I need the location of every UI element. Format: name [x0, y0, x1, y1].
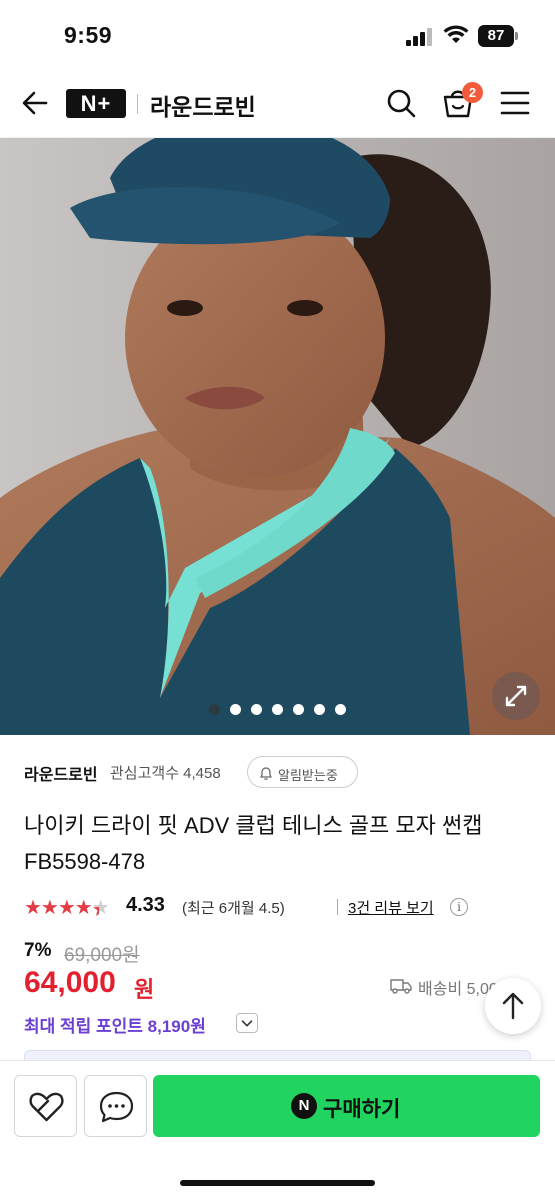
product-model-code: FB5598-478: [24, 849, 146, 874]
rating-recent: (최근 6개월 4.5): [182, 900, 285, 917]
sale-price-unit: 원: [134, 977, 155, 1002]
buy-now-button[interactable]: N 구매하기: [153, 1075, 540, 1137]
status-bar: 9:59 87: [0, 0, 555, 72]
chevron-down-icon[interactable]: [236, 1013, 258, 1033]
image-pager: [0, 701, 555, 717]
heart-icon: [29, 1092, 64, 1122]
battery-level: 87: [478, 25, 514, 47]
naver-plus-logo[interactable]: N+: [66, 89, 126, 118]
pager-dot[interactable]: [293, 704, 304, 716]
pager-dot[interactable]: [230, 704, 241, 716]
home-indicator: [180, 1180, 375, 1186]
rating-row: ★★★★★★ 4.33 (최근 6개월 4.5) 3건 리뷰 보기 i: [24, 893, 544, 921]
naver-pay-n-icon: N: [291, 1093, 317, 1119]
hamburger-menu-icon[interactable]: [500, 90, 530, 116]
cellular-signal-icon: [406, 28, 434, 46]
discount-rate: 7%: [24, 940, 52, 961]
nav-header: N+ 라운드로빈 2: [0, 72, 555, 138]
header-store-name[interactable]: 라운드로빈: [150, 88, 256, 122]
wishlist-button[interactable]: [14, 1075, 77, 1137]
wifi-icon: [443, 25, 469, 43]
pager-dot[interactable]: [335, 704, 346, 716]
status-time: 9:59: [64, 22, 113, 48]
alarm-label: 알림받는중: [278, 768, 338, 783]
store-name[interactable]: 라운드로빈: [24, 761, 98, 785]
pager-dot[interactable]: [251, 704, 262, 716]
product-title-line1: 나이키 드라이 핏 ADV 클럽 테니스 골프 모자 썬캡: [24, 813, 483, 838]
pager-dot[interactable]: [272, 704, 283, 716]
scroll-to-top-icon[interactable]: [485, 978, 541, 1034]
pager-dot-active[interactable]: [209, 704, 220, 716]
rating-value: 4.33: [126, 894, 165, 916]
rating-stars: ★★★★★★: [24, 897, 110, 921]
search-icon[interactable]: [386, 88, 416, 118]
view-reviews-link[interactable]: 3건 리뷰 보기: [348, 897, 434, 918]
product-image[interactable]: [0, 138, 555, 735]
back-arrow-icon[interactable]: [20, 88, 50, 118]
rating-divider: [337, 899, 338, 915]
chat-bubble-icon: [99, 1091, 134, 1123]
bell-icon: [260, 767, 272, 780]
nav-divider: [137, 94, 138, 114]
chat-button[interactable]: [84, 1075, 147, 1137]
sale-price: 64,000: [24, 966, 116, 999]
notification-subscribed-button[interactable]: 알림받는중: [247, 756, 358, 788]
product-title: 나이키 드라이 핏 ADV 클럽 테니스 골프 모자 썬캡 FB5598-478: [24, 808, 534, 880]
expand-image-icon[interactable]: [492, 672, 540, 720]
battery-icon: 87: [478, 25, 518, 47]
product-photo-illustration: [0, 138, 555, 735]
pager-dot[interactable]: [314, 704, 325, 716]
store-fans-count: 관심고객수 4,458: [110, 765, 221, 782]
truck-icon: [390, 979, 412, 994]
cart-count-badge: 2: [462, 82, 483, 103]
info-icon[interactable]: i: [450, 898, 468, 916]
buy-now-label: 구매하기: [323, 1098, 401, 1121]
original-price: 69,000원: [64, 945, 140, 966]
max-reward-points: 최대 적립 포인트 8,190원: [24, 1017, 206, 1036]
